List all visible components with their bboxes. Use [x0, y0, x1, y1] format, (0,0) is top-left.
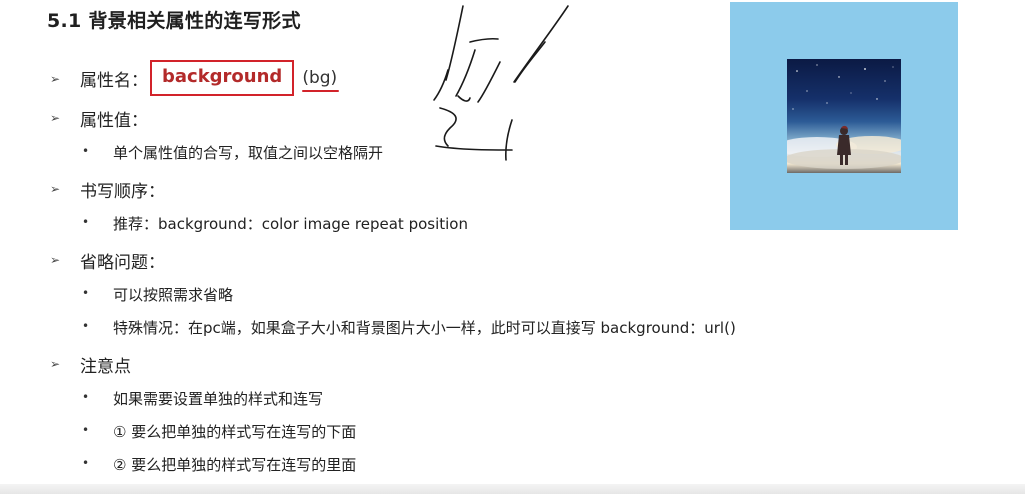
starry-scene — [787, 64, 901, 169]
bottom-bar — [0, 484, 1025, 494]
night-sky-image — [787, 59, 901, 173]
background-preview-panel — [730, 2, 958, 230]
